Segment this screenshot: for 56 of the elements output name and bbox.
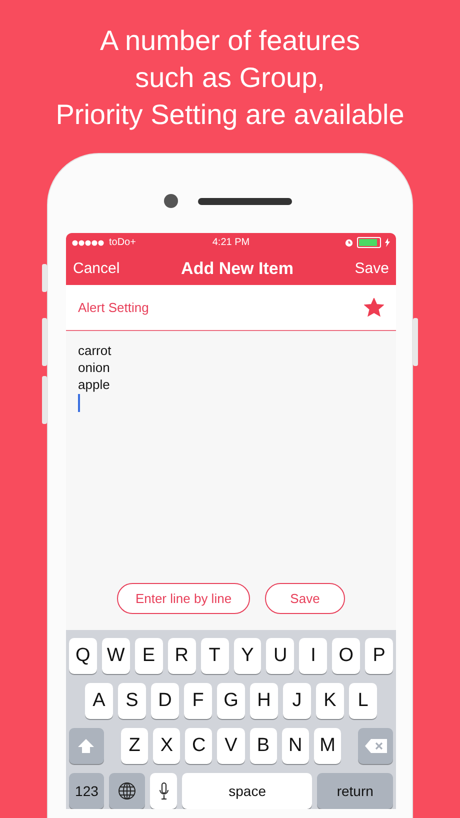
- globe-key[interactable]: [109, 773, 145, 809]
- carrier-name: toDo+: [109, 237, 136, 248]
- letter-key[interactable]: V: [217, 728, 245, 764]
- save-button[interactable]: Save: [354, 260, 389, 277]
- globe-icon: [118, 782, 136, 800]
- letter-key[interactable]: X: [153, 728, 180, 764]
- note-text-area[interactable]: carrot onion apple: [78, 342, 112, 412]
- letter-key[interactable]: T: [200, 638, 228, 674]
- star-icon[interactable]: [364, 298, 384, 317]
- letter-key[interactable]: S: [118, 683, 146, 719]
- letter-key[interactable]: H: [250, 683, 278, 719]
- delete-key[interactable]: [358, 728, 394, 764]
- letter-key[interactable]: D: [151, 683, 179, 719]
- letter-key[interactable]: E: [134, 638, 163, 674]
- space-key[interactable]: space: [182, 773, 312, 809]
- letter-key[interactable]: O: [332, 638, 360, 674]
- letter-key[interactable]: B: [250, 728, 277, 764]
- letter-key[interactable]: I: [299, 638, 328, 674]
- letter-key[interactable]: Z: [120, 728, 148, 764]
- save-button[interactable]: Save: [265, 583, 345, 614]
- alarm-icon: [345, 238, 353, 246]
- shift-key[interactable]: [68, 728, 104, 764]
- letter-key[interactable]: W: [102, 638, 130, 674]
- status-time: 4:21 PM: [212, 237, 250, 248]
- microphone-icon: [158, 782, 169, 800]
- charging-icon: [385, 238, 390, 247]
- dictation-key[interactable]: [150, 773, 178, 809]
- headline-line: such as Group,: [135, 61, 325, 95]
- speaker-icon: [198, 198, 292, 205]
- cancel-button[interactable]: Cancel: [73, 260, 120, 277]
- letter-key[interactable]: J: [283, 683, 311, 719]
- letter-key[interactable]: A: [85, 683, 113, 719]
- alert-setting-link[interactable]: Alert Setting: [78, 300, 149, 315]
- headline-line: Priority Setting are available: [56, 98, 404, 132]
- numbers-key[interactable]: 123: [69, 773, 104, 809]
- letter-key[interactable]: Y: [234, 638, 262, 674]
- letter-key[interactable]: G: [217, 683, 245, 719]
- backspace-icon: [364, 739, 387, 753]
- return-key[interactable]: return: [317, 773, 393, 809]
- signal-icon: [72, 240, 105, 246]
- letter-key[interactable]: M: [314, 728, 342, 764]
- battery-icon: [357, 237, 381, 248]
- camera-icon: [164, 194, 178, 208]
- enter-line-by-line-button[interactable]: Enter line by line: [117, 583, 250, 614]
- letter-key[interactable]: Q: [68, 638, 97, 674]
- letter-key[interactable]: P: [365, 638, 394, 674]
- letter-key[interactable]: N: [282, 728, 309, 764]
- headline-line: A number of features: [100, 24, 360, 58]
- letter-key[interactable]: F: [184, 683, 212, 719]
- letter-key[interactable]: K: [316, 683, 344, 719]
- letter-key[interactable]: C: [185, 728, 212, 764]
- shift-icon: [78, 739, 94, 753]
- letter-key[interactable]: R: [168, 638, 196, 674]
- letter-key[interactable]: L: [349, 683, 377, 719]
- letter-key[interactable]: U: [266, 638, 294, 674]
- screen-title: Add New Item: [181, 258, 294, 278]
